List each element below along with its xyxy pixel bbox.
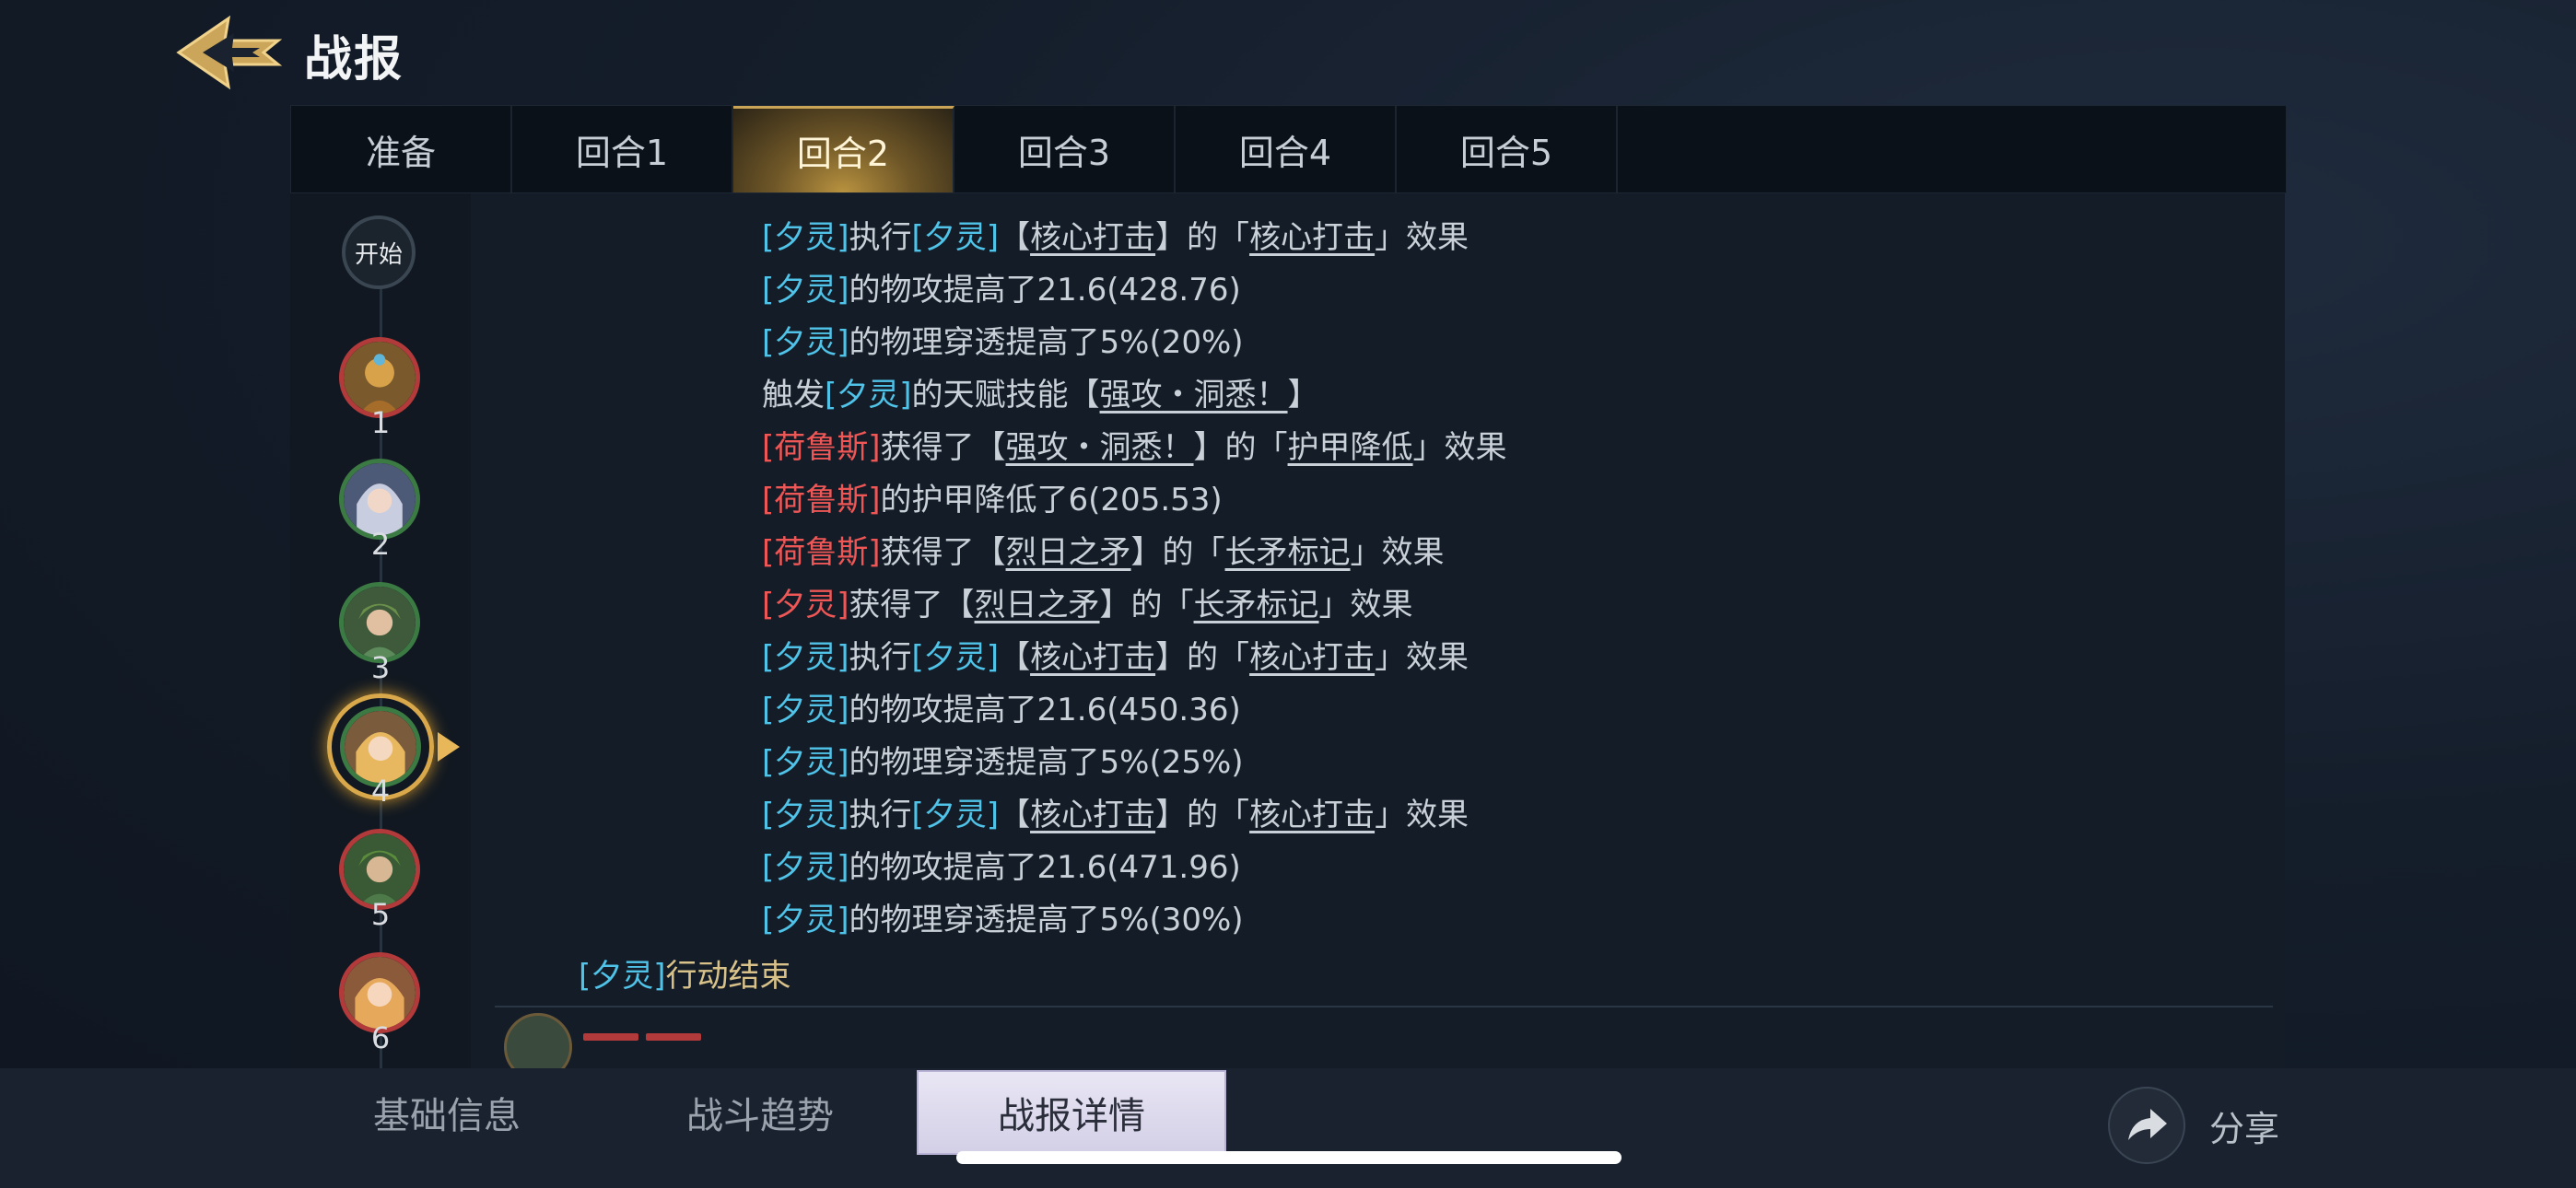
next-entry-avatar [504, 1013, 572, 1068]
effect-link[interactable]: 核心打击 [1249, 219, 1375, 256]
effect-link[interactable]: 长矛标记 [1194, 587, 1319, 623]
talent-link[interactable]: 强攻・洞悉！ [1100, 377, 1288, 413]
effect-link[interactable]: 核心打击 [1249, 797, 1375, 833]
effect-link[interactable]: 长矛标记 [1225, 534, 1351, 571]
tab-round-2[interactable]: 回合2 [733, 106, 954, 192]
log-line: [夕灵]的物攻提高了21.6(428.76) [762, 272, 1241, 309]
log-line: [夕灵]的物攻提高了21.6(471.96) [762, 849, 1241, 886]
timeline: 开始 1 2 3 4 5 6 [290, 193, 471, 1068]
log-line: [夕灵]执行[夕灵]【核心打击】的「核心打击」效果 [762, 639, 1469, 676]
tab-round-5[interactable]: 回合5 [1397, 106, 1618, 192]
share-arrow-icon [2128, 1109, 2167, 1140]
effect-link[interactable]: 核心打击 [1249, 639, 1375, 676]
tab-round-3[interactable]: 回合3 [954, 106, 1176, 192]
log-line: [夕灵]的物理穿透提高了5%(20%) [762, 324, 1244, 361]
skill-link[interactable]: 核心打击 [1030, 219, 1155, 256]
log-line: [夕灵]的物理穿透提高了5%(30%) [762, 902, 1244, 938]
log-line: [夕灵]执行[夕灵]【核心打击】的「核心打击」效果 [762, 219, 1469, 256]
log-turn-end: [夕灵]行动结束 [579, 958, 791, 995]
timeline-start-node[interactable]: 开始 [342, 215, 416, 289]
timeline-num-5: 5 [370, 897, 391, 932]
talent-link[interactable]: 强攻・洞悉！ [1006, 429, 1194, 466]
home-indicator[interactable] [956, 1151, 1622, 1164]
timeline-num-1: 1 [370, 405, 391, 440]
log-line: [荷鲁斯]的护甲降低了6(205.53) [762, 482, 1223, 518]
timeline-num-6: 6 [370, 1020, 391, 1055]
bottom-tab-report-details[interactable]: 战报详情 [917, 1070, 1226, 1155]
bottom-tab-battle-trend[interactable]: 战斗趋势 [603, 1070, 917, 1155]
share-label[interactable]: 分享 [2209, 1101, 2279, 1151]
next-entry-cut-off [583, 1013, 786, 1041]
log-line: [夕灵]执行[夕灵]【核心打击】的「核心打击」效果 [762, 797, 1469, 833]
effect-link[interactable]: 护甲降低 [1288, 429, 1413, 466]
log-line: 触发[夕灵]的天赋技能【强攻・洞悉！】 [762, 377, 1319, 413]
turn-divider [495, 1006, 2273, 1007]
tab-prepare[interactable]: 准备 [291, 106, 512, 192]
back-button[interactable] [175, 13, 286, 92]
timeline-num-3: 3 [370, 650, 391, 685]
back-arrow-icon [176, 15, 283, 90]
log-line: [荷鲁斯]获得了【烈日之矛】的「长矛标记」效果 [762, 534, 1445, 571]
skill-link[interactable]: 烈日之矛 [1006, 534, 1131, 571]
selected-pointer-icon [438, 732, 460, 762]
log-line: [荷鲁斯]获得了【强攻・洞悉！】的「护甲降低」效果 [762, 429, 1507, 466]
tab-round-1[interactable]: 回合1 [512, 106, 733, 192]
log-line: [夕灵]获得了【烈日之矛】的「长矛标记」效果 [762, 587, 1413, 623]
skill-link[interactable]: 烈日之矛 [975, 587, 1100, 623]
log-line: [夕灵]的物攻提高了21.6(450.36) [762, 692, 1241, 728]
log-line: [夕灵]的物理穿透提高了5%(25%) [762, 744, 1244, 781]
timeline-num-2: 2 [370, 527, 391, 562]
battle-log-panel[interactable]: 开始 1 2 3 4 5 6 [夕灵]执行[夕灵]【核心打击】的「核心打击」效果 [290, 193, 2285, 1068]
page-title: 战报 [304, 32, 404, 87]
round-tabs: 准备 回合1 回合2 回合3 回合4 回合5 [290, 105, 2287, 193]
tab-round-4[interactable]: 回合4 [1176, 106, 1397, 192]
skill-link[interactable]: 核心打击 [1030, 639, 1155, 676]
timeline-num-4: 4 [370, 774, 391, 809]
skill-link[interactable]: 核心打击 [1030, 797, 1155, 833]
share-button[interactable] [2108, 1087, 2185, 1164]
bottom-tab-basic-info[interactable]: 基础信息 [290, 1070, 603, 1155]
